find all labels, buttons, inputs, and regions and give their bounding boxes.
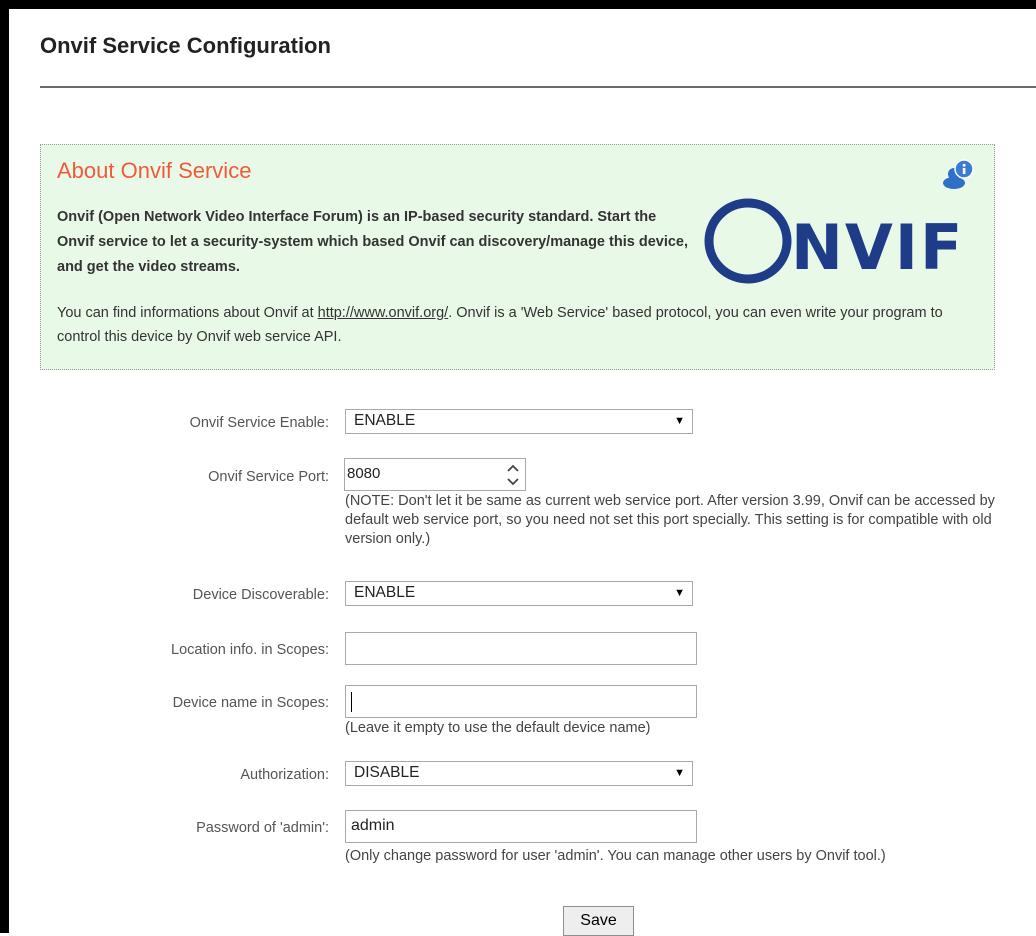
device-name-label: Device name in Scopes: bbox=[172, 695, 329, 711]
onvif-logo: NVIF bbox=[704, 198, 964, 284]
dropdown-arrow-icon: ▼ bbox=[674, 415, 685, 427]
device-name-note: (Leave it empty to use the default devic… bbox=[345, 720, 651, 736]
info-icon[interactable] bbox=[942, 159, 976, 189]
discoverable-select[interactable]: ENABLE ▼ bbox=[345, 581, 693, 606]
about-details-text: You can find informations about Onvif at bbox=[57, 305, 318, 321]
authorization-value: DISABLE bbox=[354, 764, 420, 781]
password-input[interactable]: admin bbox=[345, 810, 697, 843]
text-cursor bbox=[351, 692, 352, 712]
password-note: (Only change password for user 'admin'. … bbox=[345, 848, 886, 864]
window-frame-top bbox=[0, 0, 1036, 9]
svg-text:NVIF: NVIF bbox=[791, 211, 964, 284]
location-label: Location info. in Scopes: bbox=[171, 642, 329, 658]
page-title: Onvif Service Configuration bbox=[40, 33, 331, 58]
title-divider bbox=[40, 86, 1036, 88]
authorization-select[interactable]: DISABLE ▼ bbox=[345, 761, 693, 786]
window-frame-left bbox=[0, 0, 9, 933]
about-summary: Onvif (Open Network Video Interface Foru… bbox=[57, 209, 689, 275]
service-port-input[interactable]: 8080 bbox=[344, 458, 526, 491]
dropdown-arrow-icon: ▼ bbox=[674, 587, 685, 599]
service-enable-select[interactable]: ENABLE ▼ bbox=[345, 409, 693, 434]
password-label: Password of 'admin': bbox=[196, 820, 329, 836]
about-panel: About Onvif Service Onvif (Open Network … bbox=[40, 144, 995, 370]
about-details: You can find informations about Onvif at… bbox=[57, 301, 977, 349]
service-port-value: 8080 bbox=[347, 465, 381, 482]
service-port-note: (NOTE: Don't let it be same as current w… bbox=[345, 493, 995, 547]
discoverable-label: Device Discoverable: bbox=[192, 587, 329, 603]
device-name-input[interactable] bbox=[345, 685, 697, 718]
save-button[interactable]: Save bbox=[563, 906, 634, 936]
location-input[interactable] bbox=[345, 632, 697, 665]
authorization-label: Authorization: bbox=[240, 767, 329, 783]
spinner-arrows-icon[interactable] bbox=[505, 462, 521, 488]
password-value: admin bbox=[351, 817, 395, 834]
dropdown-arrow-icon: ▼ bbox=[674, 767, 685, 779]
service-port-label: Onvif Service Port: bbox=[208, 469, 329, 485]
about-heading: About Onvif Service bbox=[57, 158, 252, 183]
onvif-website-link[interactable]: http://www.onvif.org/ bbox=[318, 305, 449, 321]
service-enable-value: ENABLE bbox=[354, 412, 416, 429]
discoverable-value: ENABLE bbox=[354, 584, 416, 601]
service-enable-label: Onvif Service Enable: bbox=[189, 415, 329, 431]
